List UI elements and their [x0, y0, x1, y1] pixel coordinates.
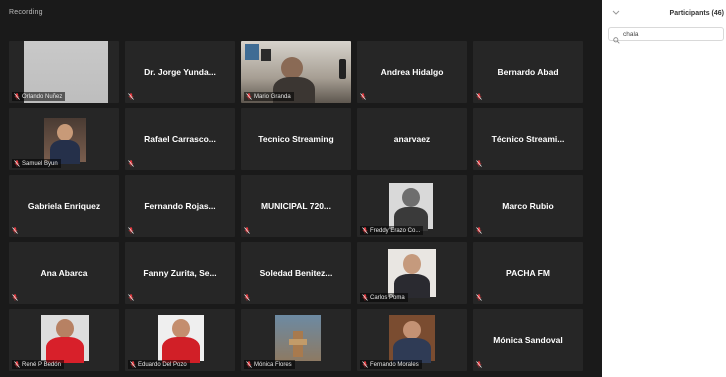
participant-tile-eduardo-del-pozo[interactable]: Eduardo Del Pozo [125, 309, 235, 371]
participant-tile-fanny-zurita[interactable]: Fanny Zurita, Se... [125, 242, 235, 304]
microphone-muted-icon [128, 227, 134, 234]
participant-name: Soledad Benitez... [259, 268, 333, 278]
participant-name: René P Bedón [22, 361, 61, 368]
participant-tile-samuel-byun[interactable]: Samuel Byun [9, 108, 119, 170]
participant-name: Mónica Sandoval [493, 335, 563, 345]
participant-tile-pacha-fm[interactable]: PACHA FM [473, 242, 583, 304]
participant-name: MUNICIPAL 720... [260, 201, 332, 211]
participant-tile-marco-rubio[interactable]: Marco Rubio [473, 175, 583, 237]
participant-search-box[interactable] [608, 27, 724, 44]
microphone-muted-icon [362, 294, 368, 301]
participant-name: Técnico Streami... [491, 134, 565, 144]
participant-name: Marco Rubio [502, 201, 554, 211]
microphone-muted-icon [130, 361, 136, 368]
participant-name: Gabriela Enriquez [27, 201, 101, 211]
participant-name: Mónica Flores [254, 361, 292, 368]
microphone-muted-icon [362, 361, 368, 368]
participant-name-tag: Eduardo Del Pozo [128, 360, 190, 369]
microphone-muted-icon [246, 93, 252, 100]
participant-tile-bernardo-abad[interactable]: Bernardo Abad [473, 41, 583, 103]
participant-tile-orlando-nunez[interactable]: Orlando Nuñez [9, 41, 119, 103]
participant-video [389, 315, 435, 363]
chevron-down-icon[interactable] [612, 8, 622, 18]
microphone-muted-icon [476, 361, 482, 368]
microphone-muted-icon [12, 294, 18, 301]
participant-name: Dr. Jorge Yunda... [144, 67, 216, 77]
participant-tile-carlos-poma[interactable]: Carlos Poma [357, 242, 467, 304]
microphone-muted-icon [476, 294, 482, 301]
participants-title: Participants (46) [669, 10, 724, 17]
participant-tile-municipal-720[interactable]: MUNICIPAL 720... [241, 175, 351, 237]
participant-video [41, 315, 89, 363]
participant-video [44, 118, 86, 164]
microphone-muted-icon [362, 227, 368, 234]
search-icon [613, 31, 620, 44]
participant-name-tag: Orlando Nuñez [12, 92, 66, 101]
participant-name-tag: Freddy Erazo Co... [360, 226, 424, 235]
microphone-muted-icon [14, 93, 20, 100]
participant-tile-andrea-hidalgo[interactable]: Andrea Hidalgo [357, 41, 467, 103]
participant-tile-tecnico-streaming[interactable]: Tecnico Streaming [241, 108, 351, 170]
participant-tile-freddy-erazo[interactable]: Freddy Erazo Co... [357, 175, 467, 237]
participant-tile-anarvaez[interactable]: anarvaez [357, 108, 467, 170]
microphone-muted-icon [246, 361, 252, 368]
participant-name: Fanny Zurita, Se... [143, 268, 217, 278]
microphone-muted-icon [476, 227, 482, 234]
participant-name: PACHA FM [506, 268, 550, 278]
microphone-muted-icon [244, 294, 250, 301]
participant-name-tag: Fernando Morales [360, 360, 422, 369]
participant-name: Freddy Erazo Co... [370, 227, 421, 234]
participant-name: Orlando Nuñez [22, 93, 63, 100]
microphone-muted-icon [14, 160, 20, 167]
participant-tile-mario-granda[interactable]: Mario Granda [241, 41, 351, 103]
microphone-muted-icon [128, 294, 134, 301]
participant-name-tag: Mario Granda [244, 92, 294, 101]
microphone-muted-icon [128, 93, 134, 100]
participant-name: Carlos Poma [370, 294, 405, 301]
participants-panel: Participants (46) [602, 0, 726, 377]
participant-name: Fernando Rojas... [144, 201, 216, 211]
microphone-muted-icon [14, 361, 20, 368]
microphone-muted-icon [244, 227, 250, 234]
participant-tile-tecnico-streami[interactable]: Técnico Streami... [473, 108, 583, 170]
participant-tile-gabriela-enriquez[interactable]: Gabriela Enriquez [9, 175, 119, 237]
participant-tile-fernando-morales[interactable]: Fernando Morales [357, 309, 467, 371]
participant-name: Rafael Carrasco... [144, 134, 216, 144]
participant-name-tag: Samuel Byun [12, 159, 61, 168]
participant-tile-soledad-benitez[interactable]: Soledad Benitez... [241, 242, 351, 304]
participant-name: Mario Granda [254, 93, 291, 100]
gallery-view: Recording Orlando Nuñez Dr. Jorge Yunda.… [0, 0, 602, 377]
participant-name-tag: Carlos Poma [360, 293, 408, 302]
recording-label: Recording [9, 9, 43, 16]
participant-name: Fernando Morales [370, 361, 419, 368]
microphone-muted-icon [128, 160, 134, 167]
participant-tile-monica-sandoval[interactable]: Mónica Sandoval [473, 309, 583, 371]
participant-name: Bernardo Abad [497, 67, 559, 77]
participant-name: anarvaez [393, 134, 431, 144]
participant-tile-rafael-carrasco[interactable]: Rafael Carrasco... [125, 108, 235, 170]
participant-name: Andrea Hidalgo [380, 67, 444, 77]
participant-name: Tecnico Streaming [258, 134, 334, 144]
participant-name-tag: René P Bedón [12, 360, 64, 369]
participant-search-input[interactable] [623, 30, 713, 38]
participant-name: Eduardo Del Pozo [138, 361, 187, 368]
microphone-muted-icon [12, 227, 18, 234]
participant-name: Ana Abarca [40, 268, 88, 278]
participant-tile-fernando-rojas[interactable]: Fernando Rojas... [125, 175, 235, 237]
participant-name-tag: Mónica Flores [244, 360, 295, 369]
microphone-muted-icon [476, 93, 482, 100]
participant-video [389, 183, 433, 231]
participant-tile-monica-flores[interactable]: Mónica Flores [241, 309, 351, 371]
participant-tile-jorge-yunda[interactable]: Dr. Jorge Yunda... [125, 41, 235, 103]
microphone-muted-icon [476, 160, 482, 167]
participant-video [388, 249, 436, 298]
participant-tile-ana-abarca[interactable]: Ana Abarca [9, 242, 119, 304]
participant-tile-rene-bedon[interactable]: René P Bedón [9, 309, 119, 371]
participant-video [158, 315, 204, 363]
participant-name: Samuel Byun [22, 160, 58, 167]
microphone-muted-icon [360, 93, 366, 100]
zoom-meeting-window: Recording Orlando Nuñez Dr. Jorge Yunda.… [0, 0, 726, 377]
participant-video [275, 315, 321, 361]
